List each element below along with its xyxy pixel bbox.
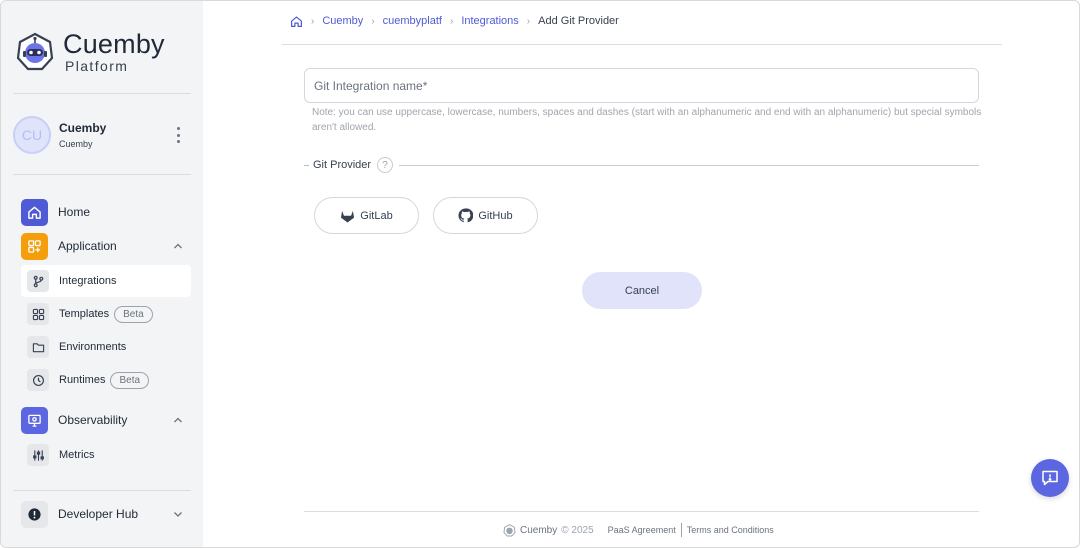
- sidebar-item-label: Integrations: [59, 275, 117, 287]
- breadcrumb-separator-icon: ›: [371, 15, 375, 27]
- cuemby-logo-icon: [16, 32, 54, 71]
- paas-agreement-link[interactable]: PaaS Agreement: [608, 525, 676, 535]
- more-options-icon[interactable]: [175, 127, 181, 143]
- sidebar-divider: [13, 174, 191, 175]
- sidebar-item-label: Environments: [59, 341, 127, 353]
- cancel-button[interactable]: Cancel: [582, 272, 702, 309]
- sidebar-item-developer-hub[interactable]: Developer Hub: [21, 500, 191, 528]
- github-icon: [458, 208, 474, 223]
- logo-title: Cuemby: [63, 29, 165, 59]
- chat-icon: [1042, 470, 1058, 486]
- footer-brand: Cuemby: [520, 524, 558, 536]
- sidebar-item-label: Developer Hub: [58, 507, 139, 521]
- sidebar-divider: [13, 490, 191, 491]
- breadcrumb-link[interactable]: cuembyplatf: [383, 15, 442, 27]
- breadcrumb-link[interactable]: Integrations: [461, 15, 518, 27]
- footer-separator: [680, 523, 682, 537]
- beta-badge: Beta: [110, 371, 150, 389]
- name-help-note: Note: you can use uppercase, lowercase, …: [312, 107, 982, 133]
- alert-icon: [21, 500, 48, 528]
- sidebar-item-observability[interactable]: Observability: [21, 406, 191, 434]
- sidebar-item-label: Observability: [58, 413, 128, 427]
- chevron-up-icon[interactable]: [173, 415, 183, 425]
- git-integration-name-field[interactable]: Git Integration name*: [304, 68, 979, 103]
- terms-link[interactable]: Terms and Conditions: [687, 525, 774, 535]
- breadcrumb-separator-icon: ›: [449, 15, 454, 27]
- breadcrumb-separator-icon: ›: [311, 15, 315, 27]
- sidebar-item-label: Metrics: [59, 449, 95, 461]
- sidebar-item-metrics[interactable]: Metrics: [21, 439, 191, 471]
- sidebar-item-integrations[interactable]: Integrations: [21, 265, 191, 297]
- git-provider-label: Git Provider: [313, 159, 372, 171]
- breadcrumb-current: Add Git Provider: [538, 15, 619, 27]
- git-provider-section-header: Git Provider ?: [304, 157, 979, 173]
- footer-copyright: © 2025: [561, 524, 594, 536]
- divider: [304, 164, 309, 166]
- chat-support-button[interactable]: [1031, 459, 1069, 497]
- sidebar-item-label: Templates: [59, 308, 110, 320]
- chevron-down-icon[interactable]: [173, 509, 183, 519]
- folder-icon: [27, 336, 49, 358]
- footer: Cuemby © 2025 PaaS Agreement Terms and C…: [503, 523, 774, 537]
- breadcrumb: › Cuemby › cuembyplatf › Integrations › …: [290, 13, 619, 29]
- clock-icon: [27, 369, 49, 391]
- cuemby-logo-icon: [503, 523, 516, 537]
- git-branch-icon: [27, 270, 49, 292]
- gitlab-icon: [341, 210, 355, 223]
- sidebar-item-application[interactable]: Application: [21, 232, 191, 260]
- field-placeholder: Git Integration name*: [314, 78, 428, 93]
- logo[interactable]: Cuemby Platform: [15, 31, 165, 73]
- sidebar-item-label: Home: [58, 205, 91, 219]
- sidebar-item-environments[interactable]: Environments: [21, 331, 191, 363]
- apps-icon: [21, 232, 48, 260]
- grid-icon: [27, 303, 49, 325]
- sidebar: Cuemby Platform CU Cuemby Cuemby Home Ap…: [1, 1, 203, 547]
- user-card[interactable]: CU Cuemby Cuemby: [13, 115, 191, 155]
- gitlab-button[interactable]: GitLab: [314, 197, 419, 234]
- github-label: GitHub: [478, 209, 513, 222]
- chevron-up-icon[interactable]: [173, 241, 183, 251]
- github-button[interactable]: GitHub: [433, 197, 538, 234]
- sidebar-item-templates[interactable]: Templates Beta: [21, 298, 191, 330]
- user-org: Cuemby: [59, 139, 93, 149]
- sliders-icon: [27, 444, 49, 466]
- sidebar-divider: [13, 93, 191, 94]
- breadcrumb-link[interactable]: Cuemby: [322, 15, 363, 27]
- avatar: CU: [13, 116, 51, 154]
- logo-subtitle: Platform: [65, 58, 129, 74]
- gitlab-label: GitLab: [360, 209, 393, 222]
- user-name: Cuemby: [59, 121, 107, 135]
- app-window: Cuemby Platform CU Cuemby Cuemby Home Ap…: [0, 0, 1080, 548]
- sidebar-item-label: Runtimes: [59, 374, 106, 386]
- divider: [399, 164, 979, 166]
- sidebar-item-runtimes[interactable]: Runtimes Beta: [21, 364, 191, 396]
- sidebar-item-home[interactable]: Home: [21, 198, 191, 226]
- home-icon[interactable]: [290, 15, 303, 28]
- footer-divider: [304, 511, 979, 512]
- sidebar-item-label: Application: [58, 239, 117, 253]
- beta-badge: Beta: [114, 305, 153, 323]
- breadcrumb-separator-icon: ›: [526, 15, 531, 27]
- help-icon[interactable]: ?: [377, 157, 394, 173]
- header-divider: [282, 44, 1002, 45]
- monitor-icon: [21, 406, 48, 434]
- home-icon: [21, 198, 48, 226]
